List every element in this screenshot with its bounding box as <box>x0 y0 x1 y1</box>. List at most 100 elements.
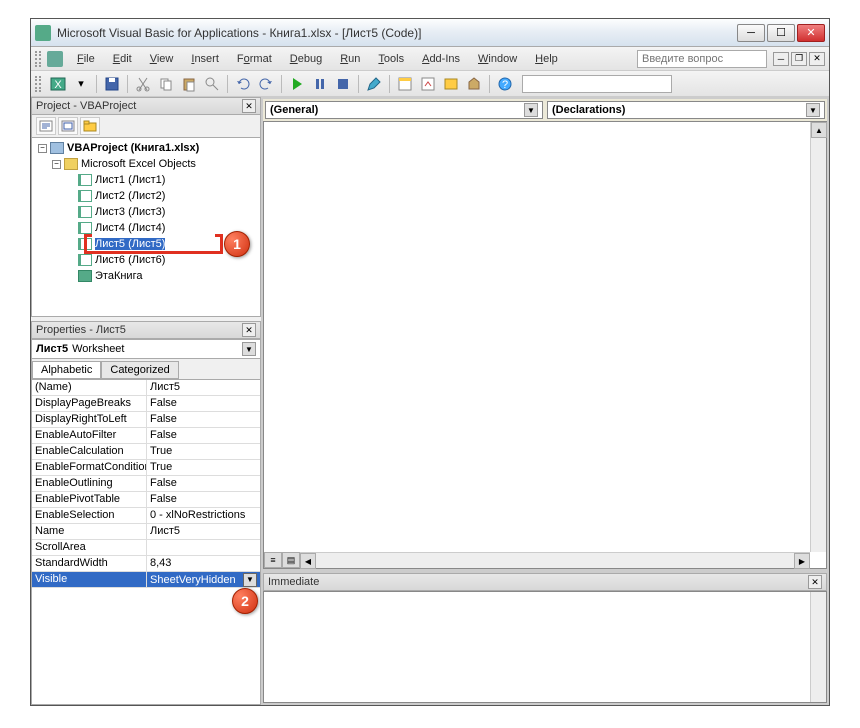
property-value[interactable]: False <box>147 492 260 507</box>
procedure-view-button[interactable]: ≡ <box>264 552 282 568</box>
project-tree[interactable]: − VBAProject (Книга1.xlsx) − Microsoft E… <box>31 137 261 317</box>
immediate-panel-header[interactable]: Immediate ✕ <box>263 573 827 591</box>
insert-dropdown[interactable]: ▾ <box>71 74 91 94</box>
property-row[interactable]: EnablePivotTableFalse <box>32 492 260 508</box>
scroll-left-icon[interactable]: ◀ <box>300 553 316 569</box>
menu-view[interactable]: View <box>142 50 182 68</box>
property-value[interactable]: False <box>147 396 260 411</box>
dropdown-arrow-icon[interactable]: ▼ <box>806 103 820 117</box>
save-button[interactable] <box>102 74 122 94</box>
property-row[interactable]: ScrollArea <box>32 540 260 556</box>
property-value[interactable]: Лист5 <box>147 524 260 539</box>
scroll-right-icon[interactable]: ▶ <box>794 553 810 569</box>
object-combo[interactable]: (General) ▼ <box>265 101 543 119</box>
property-value[interactable]: 0 - xlNoRestrictions <box>147 508 260 523</box>
menu-edit[interactable]: Edit <box>105 50 140 68</box>
property-row[interactable]: EnableAutoFilterFalse <box>32 428 260 444</box>
property-value[interactable]: SheetVeryHidden▼ <box>147 572 260 587</box>
tree-thisbook[interactable]: ЭтаКнига <box>34 268 258 284</box>
cut-button[interactable] <box>133 74 153 94</box>
tab-alphabetic[interactable]: Alphabetic <box>32 361 101 379</box>
property-row[interactable]: EnableSelection0 - xlNoRestrictions <box>32 508 260 524</box>
dropdown-arrow-icon[interactable]: ▼ <box>243 573 257 587</box>
procedure-combo[interactable]: (Declarations) ▼ <box>547 101 825 119</box>
menu-tools[interactable]: Tools <box>370 50 412 68</box>
tree-sheet[interactable]: Лист1 (Лист1) <box>34 172 258 188</box>
view-object-button[interactable] <box>58 117 78 135</box>
toggle-folders-button[interactable] <box>80 117 100 135</box>
immediate-input[interactable] <box>263 591 827 703</box>
ask-question-input[interactable] <box>637 50 767 68</box>
properties-window-button[interactable] <box>418 74 438 94</box>
tree-sheet[interactable]: Лист2 (Лист2) <box>34 188 258 204</box>
titlebar[interactable]: Microsoft Visual Basic for Applications … <box>31 19 829 47</box>
property-row[interactable]: DisplayRightToLeftFalse <box>32 412 260 428</box>
tree-sheet[interactable]: Лист3 (Лист3) <box>34 204 258 220</box>
project-panel-close[interactable]: ✕ <box>242 99 256 113</box>
design-mode-button[interactable] <box>364 74 384 94</box>
menu-window[interactable]: Window <box>470 50 525 68</box>
collapse-icon[interactable]: − <box>52 160 61 169</box>
code-editor[interactable]: ▲ ≡ ▤ ◀ ▶ <box>263 121 827 569</box>
menu-run[interactable]: Run <box>332 50 368 68</box>
horizontal-scrollbar[interactable]: ◀ ▶ <box>300 552 810 568</box>
property-value[interactable]: Лист5 <box>147 380 260 395</box>
tree-folder[interactable]: − Microsoft Excel Objects <box>34 156 258 172</box>
vertical-scrollbar[interactable]: ▲ <box>810 122 826 552</box>
maximize-button[interactable]: ☐ <box>767 24 795 42</box>
project-explorer-button[interactable] <box>395 74 415 94</box>
undo-button[interactable] <box>233 74 253 94</box>
property-row[interactable]: EnableOutliningFalse <box>32 476 260 492</box>
menubar-grip[interactable] <box>35 51 41 67</box>
view-excel-button[interactable]: X <box>48 74 68 94</box>
project-panel-header[interactable]: Project - VBAProject ✕ <box>31 97 261 115</box>
redo-button[interactable] <box>256 74 276 94</box>
tree-sheet[interactable]: Лист6 (Лист6) <box>34 252 258 268</box>
menu-file[interactable]: File <box>69 50 103 68</box>
minimize-button[interactable]: ─ <box>737 24 765 42</box>
property-value[interactable]: 8,43 <box>147 556 260 571</box>
properties-object-combo[interactable]: Лист5 Worksheet ▼ <box>31 339 261 359</box>
tab-categorized[interactable]: Categorized <box>101 361 178 379</box>
property-value[interactable]: True <box>147 460 260 475</box>
break-button[interactable] <box>310 74 330 94</box>
property-row[interactable]: DisplayPageBreaksFalse <box>32 396 260 412</box>
property-row[interactable]: VisibleSheetVeryHidden▼ <box>32 572 260 588</box>
run-button[interactable] <box>287 74 307 94</box>
excel-icon[interactable] <box>47 51 63 67</box>
collapse-icon[interactable]: − <box>38 144 47 153</box>
properties-panel-close[interactable]: ✕ <box>242 323 256 337</box>
property-row[interactable]: NameЛист5 <box>32 524 260 540</box>
property-row[interactable]: (Name)Лист5 <box>32 380 260 396</box>
vertical-scrollbar[interactable] <box>810 592 826 702</box>
dropdown-arrow-icon[interactable]: ▼ <box>524 103 538 117</box>
property-row[interactable]: EnableFormatConditionsCalculationTrue <box>32 460 260 476</box>
property-row[interactable]: EnableCalculationTrue <box>32 444 260 460</box>
menu-help[interactable]: Help <box>527 50 566 68</box>
dropdown-arrow-icon[interactable]: ▼ <box>242 342 256 356</box>
find-button[interactable] <box>202 74 222 94</box>
toolbox-button[interactable] <box>464 74 484 94</box>
tree-sheet[interactable]: Лист4 (Лист4) <box>34 220 258 236</box>
paste-button[interactable] <box>179 74 199 94</box>
mdi-restore[interactable]: ❐ <box>791 52 807 66</box>
properties-panel-header[interactable]: Properties - Лист5 ✕ <box>31 321 261 339</box>
menu-addins[interactable]: Add-Ins <box>414 50 468 68</box>
property-value[interactable] <box>147 540 260 555</box>
toolbar-search-input[interactable] <box>522 75 672 93</box>
menu-insert[interactable]: Insert <box>183 50 227 68</box>
menu-debug[interactable]: Debug <box>282 50 330 68</box>
scroll-up-icon[interactable]: ▲ <box>811 122 827 138</box>
help-button[interactable]: ? <box>495 74 515 94</box>
property-row[interactable]: StandardWidth8,43 <box>32 556 260 572</box>
properties-grid[interactable]: (Name)Лист5DisplayPageBreaksFalseDisplay… <box>31 379 261 705</box>
property-value[interactable]: False <box>147 476 260 491</box>
copy-button[interactable] <box>156 74 176 94</box>
property-value[interactable]: True <box>147 444 260 459</box>
toolbar-grip[interactable] <box>35 76 41 92</box>
property-value[interactable]: False <box>147 412 260 427</box>
menu-format[interactable]: Format <box>229 50 280 68</box>
property-value[interactable]: False <box>147 428 260 443</box>
immediate-panel-close[interactable]: ✕ <box>808 575 822 589</box>
tree-root[interactable]: − VBAProject (Книга1.xlsx) <box>34 140 258 156</box>
